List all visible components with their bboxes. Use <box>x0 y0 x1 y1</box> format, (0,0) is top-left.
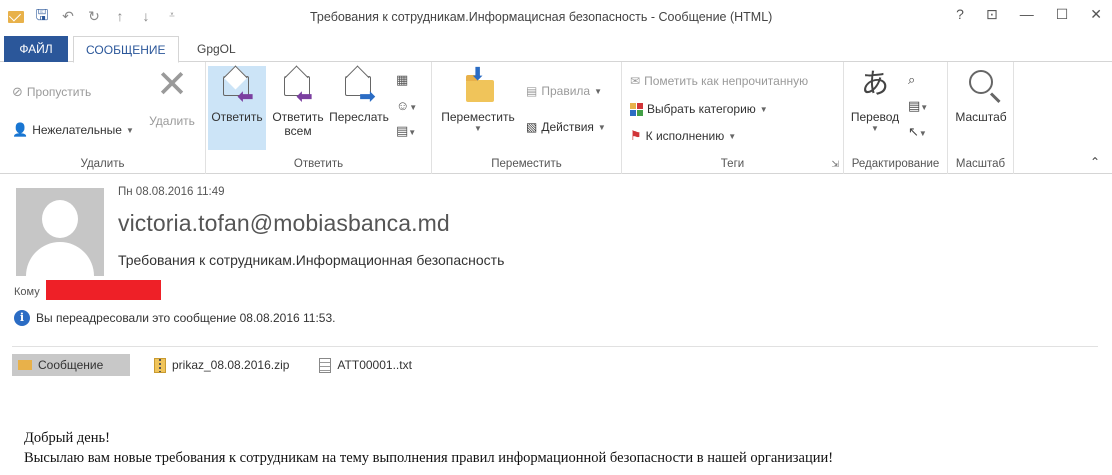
flag-icon: ⚑ <box>630 128 642 143</box>
divider <box>12 346 1098 347</box>
chevron-down-icon: ▼ <box>728 131 737 141</box>
forward-info: i Вы переадресовали это сообщение 08.08.… <box>14 310 335 326</box>
message-subject: Требования к сотрудникам.Информационная … <box>118 252 505 268</box>
categorize-button[interactable]: Выбрать категорию ▼ <box>630 102 768 116</box>
related-icon[interactable]: ▤▼ <box>908 98 928 114</box>
avatar <box>16 188 104 276</box>
find-icon[interactable]: ⌕ <box>908 72 928 88</box>
zip-file-icon <box>154 357 166 373</box>
save-icon[interactable]: 🖫 <box>34 8 50 24</box>
body-greeting: Добрый день! <box>24 430 110 446</box>
respond-group: ⬅ Ответить ⬅ Ответить всем ➡ Переслать ▦… <box>206 62 432 174</box>
dialog-launcher-icon[interactable]: ⇲ <box>831 159 839 170</box>
to-label: Кому <box>14 286 40 298</box>
delete-icon: ✕ <box>156 64 188 106</box>
attachment-message[interactable]: Сообщение <box>12 354 130 376</box>
zoom-group: Масштаб Масштаб <box>948 62 1014 174</box>
ribbon-tabs: ФАЙЛ СООБЩЕНИЕ GpgOL <box>0 36 1112 63</box>
window-title: Требования к сотрудникам.Информацисная б… <box>310 10 773 24</box>
mark-unread-icon: ✉ <box>630 74 641 88</box>
junk-button[interactable]: 👤 Нежелательные ▼ <box>12 122 134 138</box>
help-button[interactable]: ? <box>956 6 964 23</box>
sender-address[interactable]: victoria.tofan@mobiasbanca.md <box>118 210 450 237</box>
tab-message[interactable]: СООБЩЕНИЕ <box>73 36 179 63</box>
customize-icon[interactable]: ⩡ <box>164 8 180 24</box>
info-icon: i <box>14 310 30 326</box>
attachment-txt[interactable]: ATT00001..txt <box>313 354 417 376</box>
mark-unread-button[interactable]: ✉ Пометить как непрочитанную <box>630 74 808 88</box>
minimize-button[interactable]: — <box>1020 6 1034 23</box>
forward-button[interactable]: ➡ Переслать <box>328 66 390 124</box>
maximize-button[interactable]: ☐ <box>1056 6 1069 23</box>
tab-file[interactable]: ФАЙЛ <box>4 36 68 62</box>
chevron-down-icon: ▼ <box>871 124 879 133</box>
category-icon <box>630 102 643 116</box>
rules-button[interactable]: ▤ Правила ▼ <box>526 84 602 98</box>
editing-group: あ Перевод ▼ ⌕ ▤▼ ↖▼ Редактирование <box>844 62 948 174</box>
ignore-button[interactable]: ⊘ Пропустить <box>12 84 91 100</box>
forward-icon: ➡ <box>339 66 379 108</box>
translate-icon: あ <box>860 67 889 100</box>
title-bar: 🖫 ↶ ↻ ↑ ↓ ⩡ Требования к сотрудникам.Инф… <box>0 0 1112 36</box>
reply-all-icon: ⬅ <box>278 66 318 108</box>
body-text: Высылаю вам новые требования к сотрудник… <box>24 450 834 466</box>
tab-gpgol[interactable]: GpgOL <box>185 36 248 62</box>
text-file-icon <box>319 357 332 373</box>
ignore-icon: ⊘ <box>12 84 23 99</box>
close-button[interactable]: ✕ <box>1090 6 1102 23</box>
actions-button[interactable]: ▧ Действия ▼ <box>526 120 606 134</box>
meeting-icon[interactable]: ▦ <box>396 72 417 88</box>
rules-icon: ▤ <box>526 84 538 98</box>
actions-icon: ▧ <box>526 120 538 134</box>
magnifier-icon <box>961 66 1001 106</box>
chevron-down-icon: ▼ <box>597 122 606 132</box>
ribbon: ⊘ Пропустить 👤 Нежелательные ▼ ✕ Удалить… <box>0 62 1112 174</box>
message-date: Пн 08.08.2016 11:49 <box>118 186 225 198</box>
down-icon[interactable]: ↓ <box>138 8 154 24</box>
ribbon-display-button[interactable]: ⊡ <box>986 6 998 23</box>
message-body: Добрый день! Высылаю вам новые требовани… <box>24 428 833 468</box>
chevron-down-icon: ▼ <box>759 104 768 114</box>
im-icon[interactable]: ☺▼ <box>396 98 417 113</box>
translate-button[interactable]: あ Перевод ▼ <box>848 66 902 133</box>
attachment-zip[interactable]: prikaz_08.08.2016.zip <box>148 354 295 376</box>
select-icon[interactable]: ↖▼ <box>908 124 928 140</box>
reply-button[interactable]: ⬅ Ответить <box>208 66 266 150</box>
delete-button[interactable]: ✕ Удалить <box>144 66 200 128</box>
tags-group: ✉ Пометить как непрочитанную Выбрать кат… <box>622 62 844 174</box>
move-button[interactable]: ⬇ Переместить ▼ <box>438 64 518 133</box>
mail-icon[interactable] <box>8 11 24 23</box>
chevron-down-icon: ▼ <box>474 124 482 133</box>
recipient-redacted <box>46 280 161 300</box>
quick-access-toolbar: 🖫 ↶ ↻ ↑ ↓ ⩡ <box>8 8 180 24</box>
mail-icon <box>18 360 32 370</box>
folder-move-icon: ⬇ <box>458 64 498 106</box>
attachments-bar: Сообщение prikaz_08.08.2016.zip ATT00001… <box>12 354 436 376</box>
delete-group: ⊘ Пропустить 👤 Нежелательные ▼ ✕ Удалить… <box>0 62 206 174</box>
up-icon[interactable]: ↑ <box>112 8 128 24</box>
more-respond-icon[interactable]: ▤▼ <box>396 123 417 139</box>
reply-all-button[interactable]: ⬅ Ответить всем <box>268 66 328 138</box>
reply-icon: ⬅ <box>217 66 257 108</box>
move-group: ⬇ Переместить ▼ ▤ Правила ▼ ▧ Действия ▼… <box>432 62 622 174</box>
chevron-down-icon: ▼ <box>125 125 134 135</box>
chevron-down-icon: ▼ <box>594 86 602 96</box>
undo-icon[interactable]: ↶ <box>60 8 76 24</box>
zoom-button[interactable]: Масштаб <box>952 66 1010 124</box>
junk-icon: 👤 <box>12 122 29 137</box>
follow-up-button[interactable]: ⚑ К исполнению ▼ <box>630 128 736 144</box>
collapse-ribbon-icon[interactable]: ⌃ <box>1090 155 1100 169</box>
redo-icon[interactable]: ↻ <box>86 8 102 24</box>
